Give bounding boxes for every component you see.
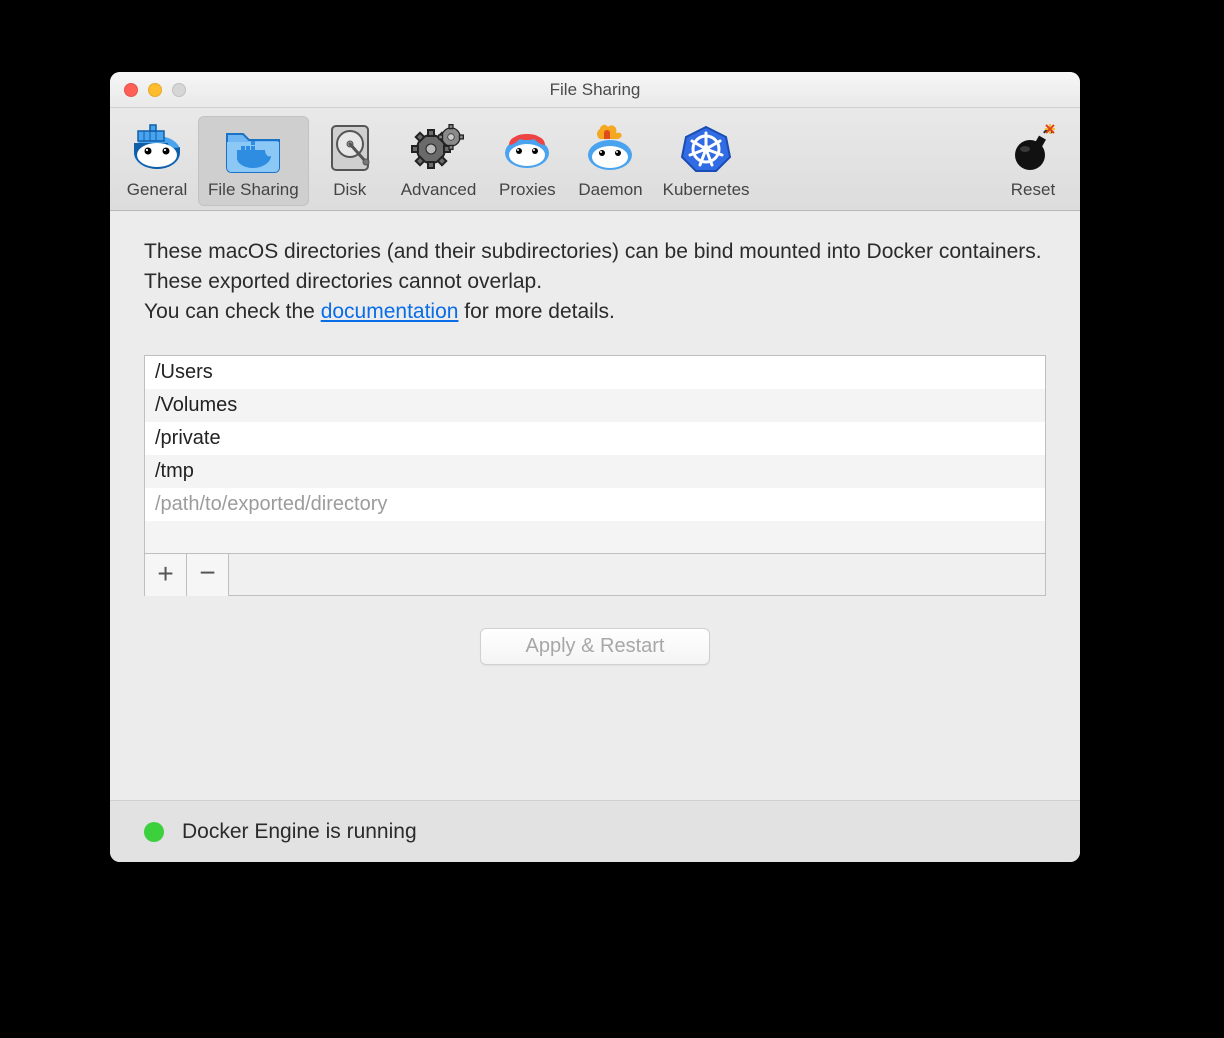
apply-restart-button[interactable]: Apply & Restart xyxy=(480,628,710,665)
list-button-bar xyxy=(145,553,1045,595)
kubernetes-icon xyxy=(675,120,737,176)
preferences-toolbar: General File Shari xyxy=(110,108,1080,211)
tab-label: Kubernetes xyxy=(663,180,750,200)
tab-proxies[interactable]: Proxies xyxy=(486,116,568,206)
tab-disk[interactable]: Disk xyxy=(309,116,391,206)
preferences-window: File Sharing xyxy=(110,72,1080,862)
whale-fire-icon xyxy=(579,120,641,176)
bomb-icon xyxy=(1002,120,1064,176)
status-bar: Docker Engine is running xyxy=(110,800,1080,862)
status-indicator-icon xyxy=(144,822,164,842)
description-text: These macOS directories (and their subdi… xyxy=(144,237,1046,327)
remove-path-button[interactable] xyxy=(187,554,229,596)
path-empty-row xyxy=(145,521,1045,553)
window-title: File Sharing xyxy=(110,80,1080,100)
path-row[interactable]: /private xyxy=(145,422,1045,455)
path-row[interactable]: /tmp xyxy=(145,455,1045,488)
tab-label: File Sharing xyxy=(208,180,299,200)
tab-label: Daemon xyxy=(578,180,642,200)
disk-icon xyxy=(319,120,381,176)
tab-kubernetes[interactable]: Kubernetes xyxy=(653,116,760,206)
tab-label: Advanced xyxy=(401,180,477,200)
path-placeholder-row[interactable]: /path/to/exported/directory xyxy=(145,488,1045,521)
tab-label: Proxies xyxy=(499,180,556,200)
path-row[interactable]: /Volumes xyxy=(145,389,1045,422)
titlebar: File Sharing xyxy=(110,72,1080,108)
description-line2-suffix: for more details. xyxy=(458,300,614,323)
tab-general[interactable]: General xyxy=(116,116,198,206)
tab-label: Reset xyxy=(1011,180,1055,200)
content-area: These macOS directories (and their subdi… xyxy=(110,211,1080,800)
folder-whale-icon xyxy=(222,120,284,176)
path-row[interactable]: /Users xyxy=(145,356,1045,389)
tab-file-sharing[interactable]: File Sharing xyxy=(198,116,309,206)
tab-label: Disk xyxy=(333,180,366,200)
tab-advanced[interactable]: Advanced xyxy=(391,116,487,206)
tab-reset[interactable]: Reset xyxy=(992,116,1074,206)
whale-mask-icon xyxy=(496,120,558,176)
description-line1: These macOS directories (and their subdi… xyxy=(144,240,1042,293)
whale-icon xyxy=(126,120,188,176)
add-path-button[interactable] xyxy=(145,554,187,596)
tab-daemon[interactable]: Daemon xyxy=(568,116,652,206)
documentation-link[interactable]: documentation xyxy=(321,300,459,323)
tab-label: General xyxy=(127,180,187,200)
gears-icon xyxy=(408,120,470,176)
description-line2-prefix: You can check the xyxy=(144,300,321,323)
status-text: Docker Engine is running xyxy=(182,820,417,844)
shared-paths-list: /Users /Volumes /private /tmp /path/to/e… xyxy=(144,355,1046,596)
